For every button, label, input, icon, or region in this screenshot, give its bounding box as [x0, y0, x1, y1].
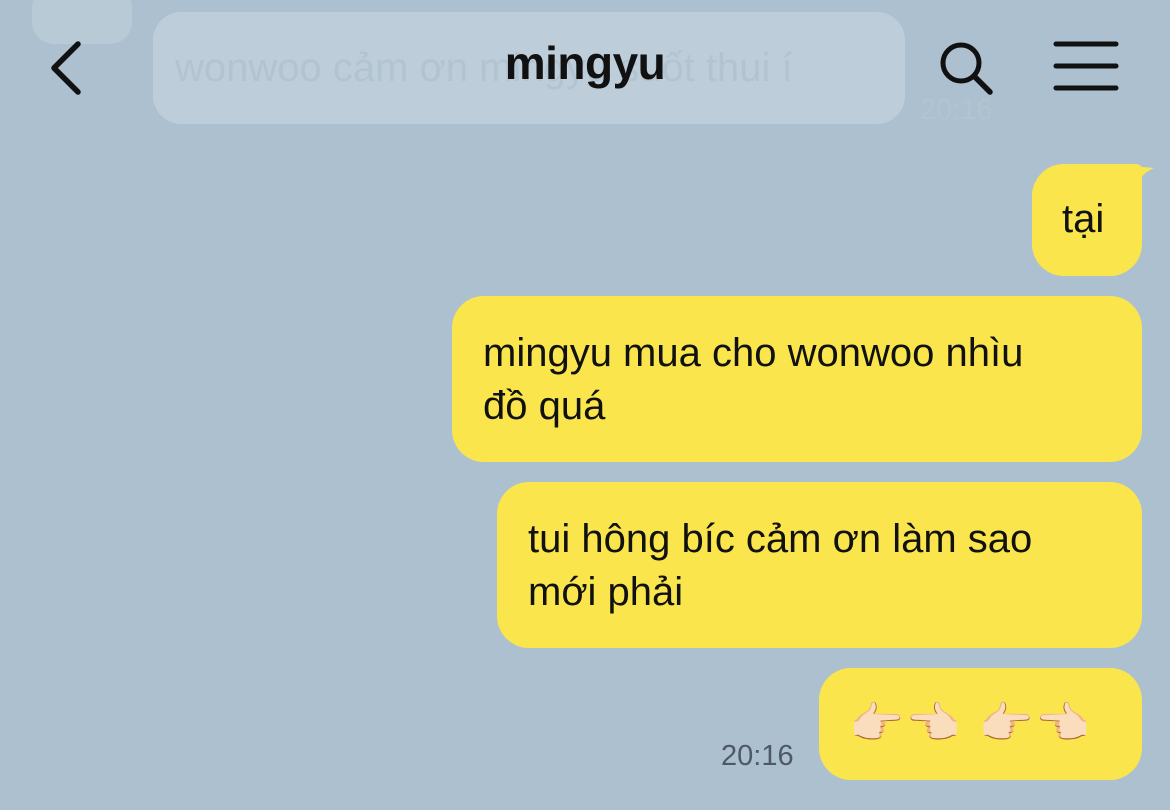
message-line: mới phải	[528, 570, 684, 614]
message-bubble[interactable]: tui hông bíc cảm ơn làm sao mới phải	[497, 482, 1142, 648]
message-line: đồ quá	[483, 384, 606, 428]
message-bubble[interactable]: mingyu mua cho wonwoo nhìu đồ quá	[452, 296, 1142, 462]
hamburger-menu-icon[interactable]	[1052, 40, 1120, 92]
message-line: tui hông bíc cảm ơn làm sao	[528, 517, 1033, 561]
message-line: mingyu mua cho wonwoo nhìu	[483, 331, 1024, 375]
search-icon[interactable]	[936, 38, 996, 98]
emoji-message-bubble[interactable]: 👉🏻👈🏻 👉🏻👈🏻	[819, 668, 1142, 780]
message-timestamp: 20:16	[721, 740, 794, 772]
chat-header: mingyu	[0, 0, 1170, 132]
chat-area[interactable]: wonwoo cảm ơn mingyu suốt thui í 20:16 m…	[0, 0, 1170, 810]
message-bubble[interactable]: tại	[1032, 164, 1142, 276]
